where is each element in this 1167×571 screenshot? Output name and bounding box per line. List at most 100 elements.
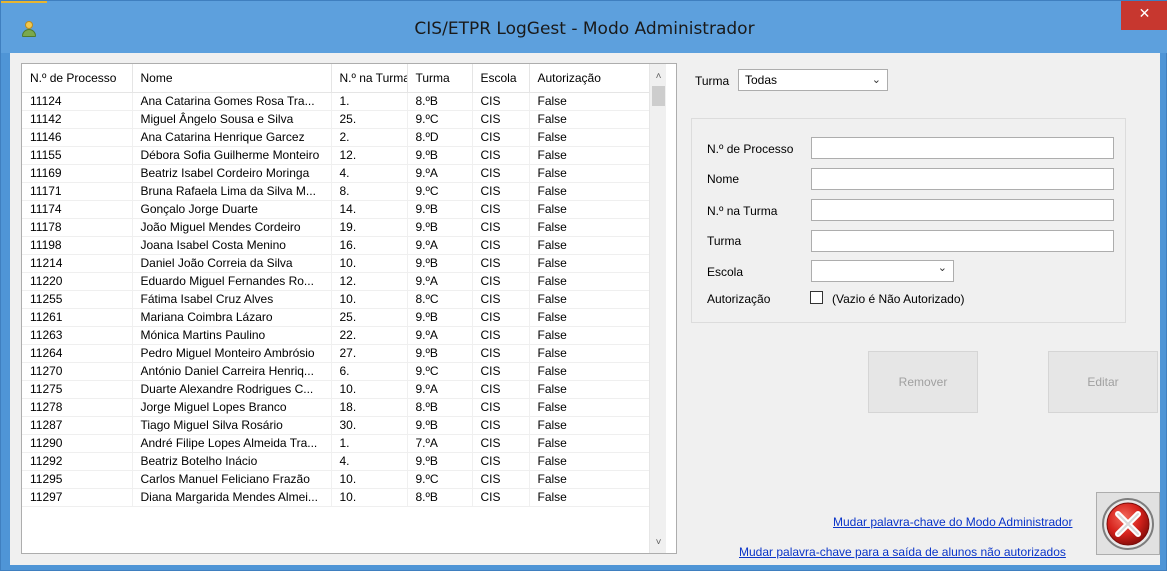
- cell-processo[interactable]: 11146: [22, 128, 133, 147]
- turma-input[interactable]: [811, 230, 1114, 252]
- cell-escola[interactable]: CIS: [472, 218, 530, 237]
- cell-nome[interactable]: João Miguel Mendes Cordeiro: [132, 218, 332, 237]
- cell-nome[interactable]: Mónica Martins Paulino: [132, 326, 332, 345]
- cell-n-turma[interactable]: 12.: [331, 146, 408, 165]
- cell-nome[interactable]: Jorge Miguel Lopes Branco: [132, 398, 332, 417]
- cell-nome[interactable]: Eduardo Miguel Fernandes Ro...: [132, 272, 332, 291]
- cell-autorizacao[interactable]: False: [529, 308, 650, 327]
- scroll-up-icon[interactable]: ˄: [650, 68, 667, 85]
- cell-nome[interactable]: Daniel João Correia da Silva: [132, 254, 332, 273]
- grid-scrollbar[interactable]: ˄ ˅: [649, 64, 666, 553]
- cell-nome[interactable]: Bruna Rafaela Lima da Silva M...: [132, 182, 332, 201]
- cell-nome[interactable]: Gonçalo Jorge Duarte: [132, 200, 332, 219]
- cell-autorizacao[interactable]: False: [529, 110, 650, 129]
- cell-escola[interactable]: CIS: [472, 308, 530, 327]
- cell-turma[interactable]: 9.ºB: [407, 416, 473, 435]
- cell-escola[interactable]: CIS: [472, 416, 530, 435]
- cell-escola[interactable]: CIS: [472, 344, 530, 363]
- cell-turma[interactable]: 9.ºA: [407, 272, 473, 291]
- cell-processo[interactable]: 11255: [22, 290, 133, 309]
- cell-turma[interactable]: 9.ºC: [407, 362, 473, 381]
- table-row[interactable]: 11198 Joana Isabel Costa Menino 16. 9.ºA CIS…: [22, 236, 650, 255]
- table-row[interactable]: 11124 Ana Catarina Gomes Rosa Tra... 1. 8.º…: [22, 92, 650, 111]
- autorizacao-checkbox[interactable]: [810, 291, 823, 304]
- table-row[interactable]: 11142 Miguel Ângelo Sousa e Silva 25. 9.ºC C…: [22, 110, 650, 129]
- table-row[interactable]: 11169 Beatriz Isabel Cordeiro Moringa 4. 9.…: [22, 164, 650, 183]
- cell-turma[interactable]: 9.ºA: [407, 326, 473, 345]
- table-row[interactable]: 11155 Débora Sofia Guilherme Monteiro 12. 9…: [22, 146, 650, 165]
- cell-n-turma[interactable]: 1.: [331, 92, 408, 111]
- cell-escola[interactable]: CIS: [472, 452, 530, 471]
- cell-nome[interactable]: Tiago Miguel Silva Rosário: [132, 416, 332, 435]
- cell-turma[interactable]: 9.ºA: [407, 164, 473, 183]
- cell-autorizacao[interactable]: False: [529, 218, 650, 237]
- remover-button[interactable]: Remover: [868, 351, 978, 413]
- cell-turma[interactable]: 9.ºB: [407, 146, 473, 165]
- cell-escola[interactable]: CIS: [472, 182, 530, 201]
- cell-n-turma[interactable]: 6.: [331, 362, 408, 381]
- cell-processo[interactable]: 11155: [22, 146, 133, 165]
- table-row[interactable]: 11178 João Miguel Mendes Cordeiro 19. 9.ºB C…: [22, 218, 650, 237]
- cell-turma[interactable]: 9.ºA: [407, 380, 473, 399]
- cell-autorizacao[interactable]: False: [529, 254, 650, 273]
- cell-processo[interactable]: 11174: [22, 200, 133, 219]
- cell-turma[interactable]: 9.ºC: [407, 182, 473, 201]
- cell-nome[interactable]: André Filipe Lopes Almeida Tra...: [132, 434, 332, 453]
- cell-nome[interactable]: Duarte Alexandre Rodrigues C...: [132, 380, 332, 399]
- cell-n-turma[interactable]: 4.: [331, 164, 408, 183]
- cell-autorizacao[interactable]: False: [529, 380, 650, 399]
- cell-n-turma[interactable]: 10.: [331, 380, 408, 399]
- cell-autorizacao[interactable]: False: [529, 452, 650, 471]
- cell-autorizacao[interactable]: False: [529, 434, 650, 453]
- cell-n-turma[interactable]: 4.: [331, 452, 408, 471]
- cell-autorizacao[interactable]: False: [529, 92, 650, 111]
- cell-autorizacao[interactable]: False: [529, 128, 650, 147]
- cell-n-turma[interactable]: 12.: [331, 272, 408, 291]
- cell-autorizacao[interactable]: False: [529, 146, 650, 165]
- admin-password-link[interactable]: Mudar palavra-chave do Modo Administrado…: [833, 515, 1072, 529]
- cell-escola[interactable]: CIS: [472, 434, 530, 453]
- cell-processo[interactable]: 11264: [22, 344, 133, 363]
- table-row[interactable]: 11295 Carlos Manuel Feliciano Frazão 10. 9.…: [22, 470, 650, 489]
- column-header-escola[interactable]: Escola: [472, 64, 530, 93]
- cell-escola[interactable]: CIS: [472, 488, 530, 507]
- cell-processo[interactable]: 11290: [22, 434, 133, 453]
- cell-n-turma[interactable]: 22.: [331, 326, 408, 345]
- cell-turma[interactable]: 9.ºB: [407, 452, 473, 471]
- cell-autorizacao[interactable]: False: [529, 362, 650, 381]
- cell-escola[interactable]: CIS: [472, 470, 530, 489]
- cell-autorizacao[interactable]: False: [529, 416, 650, 435]
- cell-turma[interactable]: 8.ºB: [407, 92, 473, 111]
- cell-autorizacao[interactable]: False: [529, 488, 650, 507]
- cell-escola[interactable]: CIS: [472, 326, 530, 345]
- turma-filter-select[interactable]: Todas ⌄: [738, 69, 888, 91]
- cell-n-turma[interactable]: 25.: [331, 110, 408, 129]
- cell-n-turma[interactable]: 19.: [331, 218, 408, 237]
- table-row[interactable]: 11171 Bruna Rafaela Lima da Silva M... 8. 9…: [22, 182, 650, 201]
- cell-nome[interactable]: Beatriz Isabel Cordeiro Moringa: [132, 164, 332, 183]
- cell-turma[interactable]: 9.ºB: [407, 308, 473, 327]
- cell-processo[interactable]: 11171: [22, 182, 133, 201]
- cell-autorizacao[interactable]: False: [529, 182, 650, 201]
- cell-n-turma[interactable]: 30.: [331, 416, 408, 435]
- cell-processo[interactable]: 11278: [22, 398, 133, 417]
- cell-n-turma[interactable]: 25.: [331, 308, 408, 327]
- cell-autorizacao[interactable]: False: [529, 326, 650, 345]
- cell-processo[interactable]: 11287: [22, 416, 133, 435]
- cell-processo[interactable]: 11263: [22, 326, 133, 345]
- nome-input[interactable]: [811, 168, 1114, 190]
- escola-select[interactable]: ⌄: [811, 260, 954, 282]
- cell-processo[interactable]: 11292: [22, 452, 133, 471]
- cell-turma[interactable]: 7.ºA: [407, 434, 473, 453]
- cell-nome[interactable]: Miguel Ângelo Sousa e Silva: [132, 110, 332, 129]
- students-grid[interactable]: N.º de Processo Nome N.º na Turma Turma …: [21, 63, 677, 554]
- cell-n-turma[interactable]: 27.: [331, 344, 408, 363]
- cell-autorizacao[interactable]: False: [529, 398, 650, 417]
- n-turma-input[interactable]: [811, 199, 1114, 221]
- exit-button[interactable]: [1096, 492, 1160, 555]
- cell-processo[interactable]: 11220: [22, 272, 133, 291]
- cell-nome[interactable]: Carlos Manuel Feliciano Frazão: [132, 470, 332, 489]
- scroll-thumb[interactable]: [652, 86, 665, 106]
- table-row[interactable]: 11292 Beatriz Botelho Inácio 4. 9.ºB CIS Fals…: [22, 452, 650, 471]
- cell-nome[interactable]: Fátima Isabel Cruz Alves: [132, 290, 332, 309]
